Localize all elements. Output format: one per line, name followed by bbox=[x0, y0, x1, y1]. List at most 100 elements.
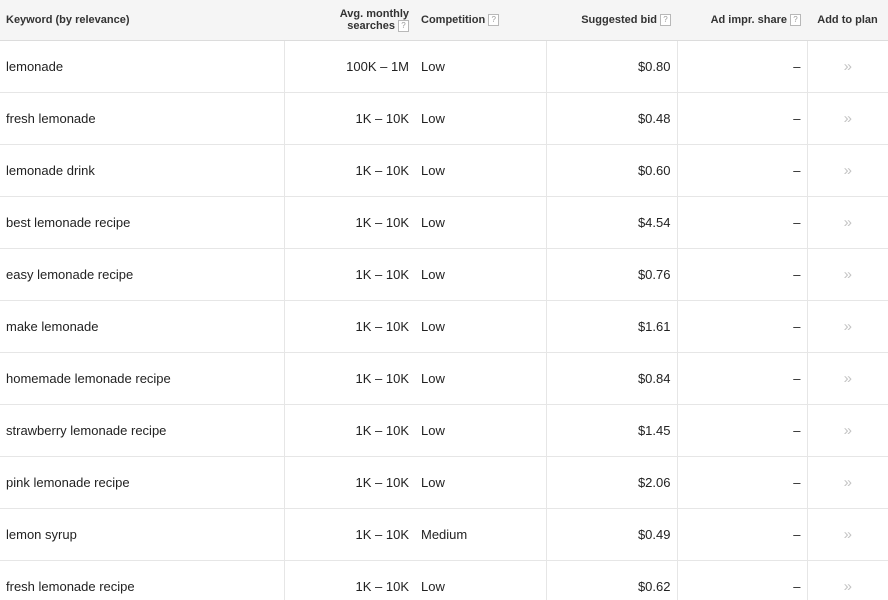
suggested-bid-cell[interactable]: $1.61 bbox=[545, 300, 677, 353]
suggested-bid-cell[interactable]: $0.84 bbox=[545, 352, 677, 405]
add-to-plan-chevron-icon[interactable]: » bbox=[844, 370, 852, 387]
suggested-bid-cell[interactable]: $0.76 bbox=[545, 248, 677, 301]
ad-impr-share-cell: – bbox=[676, 404, 807, 457]
add-to-plan-chevron-icon[interactable]: » bbox=[844, 526, 852, 543]
keyword-cell: best lemonade recipe bbox=[0, 196, 284, 249]
searches-cell: 1K – 10K bbox=[283, 560, 415, 600]
searches-cell: 1K – 10K bbox=[283, 196, 415, 249]
ad-impr-share-cell: – bbox=[676, 40, 807, 93]
add-to-plan-chevron-icon[interactable]: » bbox=[844, 214, 852, 231]
searches-cell: 1K – 10K bbox=[283, 144, 415, 197]
table-row: make lemonade 1K – 10K Low $1.61 – » bbox=[0, 300, 888, 353]
keyword-cell: strawberry lemonade recipe bbox=[0, 404, 284, 457]
competition-cell: Low bbox=[415, 92, 546, 145]
competition-cell: Medium bbox=[415, 508, 546, 561]
table-row: lemonade drink 1K – 10K Low $0.60 – » bbox=[0, 144, 888, 197]
ad-impr-share-cell: – bbox=[676, 196, 807, 249]
add-to-plan-chevron-icon[interactable]: » bbox=[844, 422, 852, 439]
add-to-plan-cell: » bbox=[806, 300, 888, 353]
suggested-bid-cell[interactable]: $1.45 bbox=[545, 404, 677, 457]
add-to-plan-chevron-icon[interactable]: » bbox=[844, 318, 852, 335]
add-to-plan-cell: » bbox=[806, 196, 888, 249]
suggested-bid-cell[interactable]: $4.54 bbox=[545, 196, 677, 249]
add-to-plan-cell: » bbox=[806, 248, 888, 301]
keyword-cell: fresh lemonade recipe bbox=[0, 560, 284, 600]
header-add-to-plan-label: Add to plan bbox=[817, 13, 878, 26]
header-competition-label[interactable]: Competition bbox=[421, 14, 485, 26]
ad-impr-share-cell: – bbox=[676, 144, 807, 197]
help-icon[interactable]: ? bbox=[790, 13, 801, 26]
keyword-cell: easy lemonade recipe bbox=[0, 248, 284, 301]
ad-impr-share-cell: – bbox=[676, 300, 807, 353]
suggested-bid-cell[interactable]: $0.49 bbox=[545, 508, 677, 561]
competition-cell: Low bbox=[415, 144, 546, 197]
keyword-cell: lemonade bbox=[0, 40, 284, 93]
keyword-ideas-table: Keyword (by relevance) Avg. monthly sear… bbox=[0, 0, 888, 600]
add-to-plan-cell: » bbox=[806, 508, 888, 561]
ad-impr-share-cell: – bbox=[676, 248, 807, 301]
add-to-plan-cell: » bbox=[806, 352, 888, 405]
header-competition[interactable]: Competition? bbox=[415, 0, 546, 41]
table-row: fresh lemonade recipe 1K – 10K Low $0.62… bbox=[0, 560, 888, 600]
competition-cell: Low bbox=[415, 352, 546, 405]
header-suggested-bid[interactable]: Suggested bid? bbox=[546, 0, 677, 41]
suggested-bid-cell[interactable]: $0.62 bbox=[545, 560, 677, 600]
header-keyword[interactable]: Keyword (by relevance) bbox=[0, 0, 284, 41]
help-icon[interactable]: ? bbox=[488, 13, 500, 26]
competition-cell: Low bbox=[415, 248, 546, 301]
searches-cell: 1K – 10K bbox=[283, 92, 415, 145]
competition-cell: Low bbox=[415, 300, 546, 353]
table-row: pink lemonade recipe 1K – 10K Low $2.06 … bbox=[0, 456, 888, 509]
keyword-cell: lemonade drink bbox=[0, 144, 284, 197]
searches-cell: 1K – 10K bbox=[283, 404, 415, 457]
table-row: best lemonade recipe 1K – 10K Low $4.54 … bbox=[0, 196, 888, 249]
add-to-plan-chevron-icon[interactable]: » bbox=[844, 58, 852, 75]
header-keyword-label[interactable]: Keyword (by relevance) bbox=[6, 14, 130, 26]
competition-cell: Low bbox=[415, 196, 546, 249]
help-icon[interactable]: ? bbox=[660, 13, 671, 26]
keyword-cell: pink lemonade recipe bbox=[0, 456, 284, 509]
add-to-plan-chevron-icon[interactable]: » bbox=[844, 110, 852, 127]
table-row: strawberry lemonade recipe 1K – 10K Low … bbox=[0, 404, 888, 457]
table-row: homemade lemonade recipe 1K – 10K Low $0… bbox=[0, 352, 888, 405]
add-to-plan-cell: » bbox=[806, 404, 888, 457]
competition-cell: Low bbox=[415, 40, 546, 93]
add-to-plan-cell: » bbox=[806, 40, 888, 93]
table-row: lemon syrup 1K – 10K Medium $0.49 – » bbox=[0, 508, 888, 561]
add-to-plan-chevron-icon[interactable]: » bbox=[844, 266, 852, 283]
searches-cell: 1K – 10K bbox=[283, 456, 415, 509]
keyword-cell: fresh lemonade bbox=[0, 92, 284, 145]
keyword-cell: make lemonade bbox=[0, 300, 284, 353]
keyword-cell: lemon syrup bbox=[0, 508, 284, 561]
table-row: fresh lemonade 1K – 10K Low $0.48 – » bbox=[0, 92, 888, 145]
ad-impr-share-cell: – bbox=[676, 456, 807, 509]
add-to-plan-chevron-icon[interactable]: » bbox=[844, 474, 852, 491]
add-to-plan-cell: » bbox=[806, 144, 888, 197]
table-row: easy lemonade recipe 1K – 10K Low $0.76 … bbox=[0, 248, 888, 301]
suggested-bid-cell[interactable]: $0.60 bbox=[545, 144, 677, 197]
suggested-bid-cell[interactable]: $0.80 bbox=[545, 40, 677, 93]
header-avg-label-line1[interactable]: Avg. monthly bbox=[340, 8, 409, 20]
help-icon[interactable]: ? bbox=[398, 19, 409, 32]
table-row: lemonade 100K – 1M Low $0.80 – » bbox=[0, 40, 888, 93]
add-to-plan-chevron-icon[interactable]: » bbox=[844, 162, 852, 179]
table-header-row: Keyword (by relevance) Avg. monthly sear… bbox=[0, 0, 888, 41]
header-avg-label-line2[interactable]: searches bbox=[347, 20, 395, 32]
competition-cell: Low bbox=[415, 404, 546, 457]
add-to-plan-cell: » bbox=[806, 560, 888, 600]
searches-cell: 1K – 10K bbox=[283, 508, 415, 561]
header-ad-impr-share-label[interactable]: Ad impr. share bbox=[711, 14, 787, 26]
suggested-bid-cell[interactable]: $0.48 bbox=[545, 92, 677, 145]
ad-impr-share-cell: – bbox=[676, 508, 807, 561]
ad-impr-share-cell: – bbox=[676, 92, 807, 145]
ad-impr-share-cell: – bbox=[676, 560, 807, 600]
searches-cell: 1K – 10K bbox=[283, 352, 415, 405]
suggested-bid-cell[interactable]: $2.06 bbox=[545, 456, 677, 509]
add-to-plan-chevron-icon[interactable]: » bbox=[844, 578, 852, 595]
competition-cell: Low bbox=[415, 456, 546, 509]
searches-cell: 100K – 1M bbox=[283, 40, 415, 93]
header-suggested-bid-label[interactable]: Suggested bid bbox=[581, 14, 657, 26]
header-avg-monthly-searches[interactable]: Avg. monthly searches? bbox=[284, 0, 415, 41]
ad-impr-share-cell: – bbox=[676, 352, 807, 405]
header-ad-impr-share[interactable]: Ad impr. share? bbox=[677, 0, 807, 41]
